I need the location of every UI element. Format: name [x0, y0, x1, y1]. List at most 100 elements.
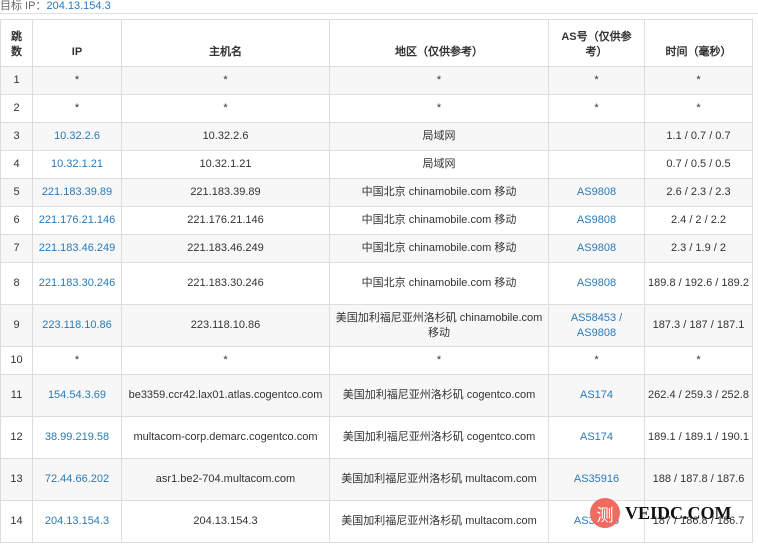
table-row: 10 * * * * *	[0, 346, 753, 375]
ip-cell: 10.32.1.21	[32, 150, 122, 179]
time-cell: 2.3 / 1.9 / 2	[644, 234, 753, 263]
as-cell: *	[548, 346, 645, 375]
header-ip: IP	[32, 19, 122, 67]
time-cell: *	[644, 66, 753, 95]
ip-cell: 221.176.21.146	[32, 206, 122, 235]
region-cell: *	[329, 346, 549, 375]
time-cell: 189.8 / 192.6 / 189.2	[644, 262, 753, 305]
hop-cell: 8	[0, 262, 33, 305]
header-host: 主机名	[121, 19, 330, 67]
watermark: 测 VEIDC.COM	[590, 498, 740, 528]
time-cell: 187.3 / 187 / 187.1	[644, 304, 753, 347]
region-cell: 美国加利福尼亚州洛杉矶 cogentco.com	[329, 374, 549, 417]
ip-cell: *	[32, 66, 122, 95]
as-cell: AS35916	[548, 458, 645, 501]
host-cell: 223.118.10.86	[121, 304, 330, 347]
table-row: 1 * * * * *	[0, 66, 753, 95]
time-cell: 188 / 187.8 / 187.6	[644, 458, 753, 501]
as-cell: *	[548, 66, 645, 95]
target-label: 目标 IP：	[0, 0, 47, 12]
host-cell: 10.32.1.21	[121, 150, 330, 179]
as-cell: *	[548, 94, 645, 123]
ip-cell: *	[32, 94, 122, 123]
region-cell: 美国加利福尼亚州洛杉矶 multacom.com	[329, 458, 549, 501]
hop-cell: 1	[0, 66, 33, 95]
time-cell: 2.4 / 2 / 2.2	[644, 206, 753, 235]
host-cell: asr1.be2-704.multacom.com	[121, 458, 330, 501]
host-cell: *	[121, 346, 330, 375]
as-cell: AS58453 / AS9808	[548, 304, 645, 347]
time-cell: 0.7 / 0.5 / 0.5	[644, 150, 753, 179]
as-cell	[548, 122, 645, 151]
table-row: 2 * * * * *	[0, 94, 753, 123]
table-row: 6 221.176.21.146 221.176.21.146 中国北京 chinam…	[0, 206, 753, 235]
ip-cell: 72.44.66.202	[32, 458, 122, 501]
host-cell: 10.32.2.6	[121, 122, 330, 151]
table-row: 12 38.99.219.58 multacom-corp.demarc.cogen…	[0, 416, 753, 459]
table-row: 11 154.54.3.69 be3359.ccr42.lax01.atlas.co…	[0, 374, 753, 417]
host-cell: 221.176.21.146	[121, 206, 330, 235]
host-cell: *	[121, 94, 330, 123]
host-cell: 221.183.46.249	[121, 234, 330, 263]
time-cell: 1.1 / 0.7 / 0.7	[644, 122, 753, 151]
table-row: 8 221.183.30.246 221.183.30.246 中国北京 chinam…	[0, 262, 753, 305]
traceroute-table: 跳数 IP 主机名 地区（仅供参考） AS号（仅供参考） 时间（毫秒） 1 * * *…	[0, 19, 753, 543]
table-row: 13 72.44.66.202 asr1.be2-704.multacom.com 美…	[0, 458, 753, 501]
target-ip: 目标 IP：204.13.154.3	[0, 0, 758, 14]
time-cell: 189.1 / 189.1 / 190.1	[644, 416, 753, 459]
header-region: 地区（仅供参考）	[329, 19, 549, 67]
target-value: 204.13.154.3	[46, 0, 111, 12]
table-row: 7 221.183.46.249 221.183.46.249 中国北京 chinam…	[0, 234, 753, 263]
hop-cell: 4	[0, 150, 33, 179]
ip-cell: 10.32.2.6	[32, 122, 122, 151]
watermark-logo-icon: 测	[590, 498, 620, 528]
hop-cell: 3	[0, 122, 33, 151]
host-cell: *	[121, 66, 330, 95]
region-cell: 中国北京 chinamobile.com 移动	[329, 234, 549, 263]
as-cell	[548, 150, 645, 179]
host-cell: be3359.ccr42.lax01.atlas.cogentco.com	[121, 374, 330, 417]
time-cell: *	[644, 94, 753, 123]
host-cell: 221.183.30.246	[121, 262, 330, 305]
region-cell: *	[329, 94, 549, 123]
ip-cell: 38.99.219.58	[32, 416, 122, 459]
region-cell: 中国北京 chinamobile.com 移动	[329, 262, 549, 305]
region-cell: 美国加利福尼亚州洛杉矶 multacom.com	[329, 500, 549, 543]
table-header: 跳数 IP 主机名 地区（仅供参考） AS号（仅供参考） 时间（毫秒）	[0, 19, 753, 67]
hop-cell: 7	[0, 234, 33, 263]
ip-cell: 221.183.39.89	[32, 178, 122, 207]
time-cell: 2.6 / 2.3 / 2.3	[644, 178, 753, 207]
region-cell: 局域网	[329, 150, 549, 179]
as-cell: AS9808	[548, 178, 645, 207]
hop-cell: 2	[0, 94, 33, 123]
as-cell: AS174	[548, 374, 645, 417]
region-cell: 美国加利福尼亚州洛杉矶 chinamobile.com 移动	[329, 304, 549, 347]
region-cell: 中国北京 chinamobile.com 移动	[329, 178, 549, 207]
region-cell: 中国北京 chinamobile.com 移动	[329, 206, 549, 235]
ip-cell: 221.183.30.246	[32, 262, 122, 305]
ip-cell: 154.54.3.69	[32, 374, 122, 417]
ip-cell: 223.118.10.86	[32, 304, 122, 347]
table-row: 5 221.183.39.89 221.183.39.89 中国北京 chinamob…	[0, 178, 753, 207]
region-cell: *	[329, 66, 549, 95]
hop-cell: 13	[0, 458, 33, 501]
hop-cell: 11	[0, 374, 33, 417]
hop-cell: 14	[0, 500, 33, 543]
host-cell: 221.183.39.89	[121, 178, 330, 207]
as-cell: AS9808	[548, 234, 645, 263]
time-cell: *	[644, 346, 753, 375]
as-cell: AS9808	[548, 206, 645, 235]
hop-cell: 10	[0, 346, 33, 375]
table-row: 4 10.32.1.21 10.32.1.21 局域网 0.7 / 0.5 / 0.5	[0, 150, 753, 179]
watermark-text: VEIDC.COM	[625, 502, 732, 523]
hop-cell: 12	[0, 416, 33, 459]
host-cell: multacom-corp.demarc.cogentco.com	[121, 416, 330, 459]
hop-cell: 9	[0, 304, 33, 347]
ip-cell: *	[32, 346, 122, 375]
as-cell: AS9808	[548, 262, 645, 305]
region-cell: 美国加利福尼亚州洛杉矶 cogentco.com	[329, 416, 549, 459]
time-cell: 262.4 / 259.3 / 252.8	[644, 374, 753, 417]
hop-cell: 5	[0, 178, 33, 207]
hop-cell: 6	[0, 206, 33, 235]
ip-cell: 204.13.154.3	[32, 500, 122, 543]
